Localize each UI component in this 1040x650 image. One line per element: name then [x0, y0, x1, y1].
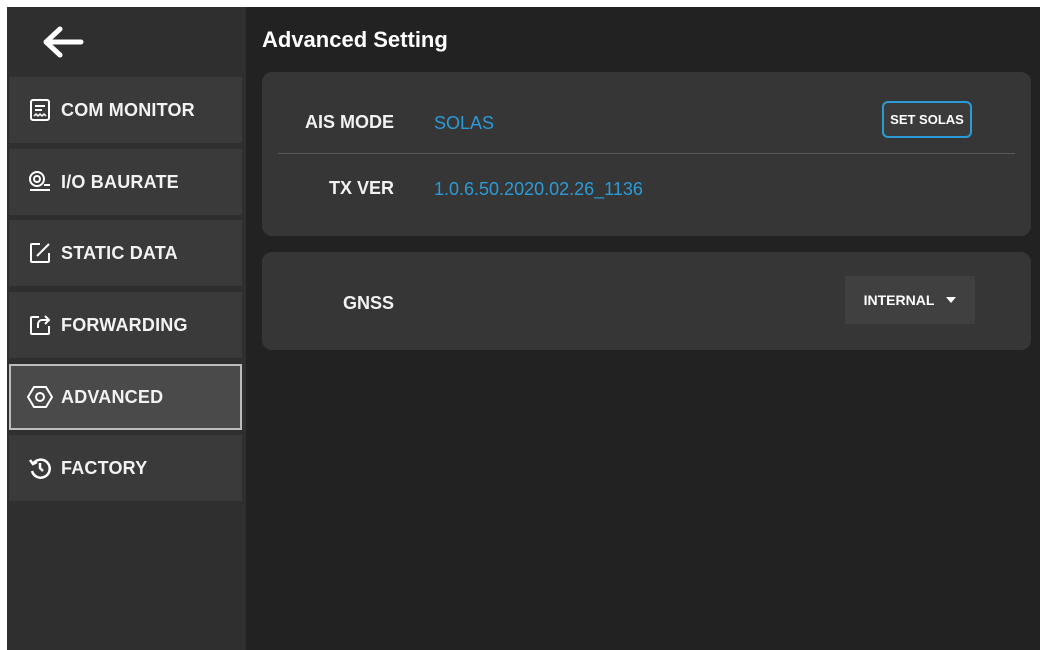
sidebar-item-label: FORWARDING — [61, 314, 188, 335]
receipt-icon — [27, 97, 53, 123]
gnss-label: GNSS — [342, 293, 394, 313]
gnss-select[interactable]: INTERNAL — [845, 276, 975, 324]
page-title: Advanced Setting — [262, 27, 448, 52]
hexagon-settings-icon — [27, 384, 53, 410]
sidebar-item-label: ADVANCED — [61, 386, 164, 407]
sidebar-item-forwarding[interactable]: FORWARDING — [9, 292, 242, 358]
chevron-down-icon — [946, 297, 957, 303]
sidebar-item-label: COM MONITOR — [61, 99, 195, 120]
ais-mode-label: AIS MODE — [304, 112, 394, 132]
forward-share-icon — [27, 312, 53, 338]
sidebar-item-label: FACTORY — [61, 457, 148, 478]
sidebar-item-factory[interactable]: FACTORY — [9, 435, 242, 501]
tx-ver-value: 1.0.6.50.2020.02.26_1136 — [434, 179, 643, 199]
back-arrow-icon — [43, 26, 84, 58]
back-button[interactable] — [37, 21, 89, 63]
sidebar-item-com-monitor[interactable]: COM MONITOR — [9, 77, 242, 143]
ais-mode-value: SOLAS — [434, 113, 495, 133]
tx-ver-label: TX VER — [328, 178, 394, 198]
sidebar-item-advanced[interactable]: ADVANCED — [9, 364, 242, 430]
sidebar-item-label: I/O BAURATE — [61, 171, 179, 192]
sidebar: COM MONITOR I/O BAURATE STATIC DATA FORW… — [7, 7, 246, 650]
sidebar-item-io-baurate[interactable]: I/O BAURATE — [9, 149, 242, 215]
divider — [278, 153, 1015, 154]
ais-settings-card: AIS MODE SOLAS SET SOLAS TX VER 1.0.6.50… — [262, 72, 1031, 236]
edit-square-icon — [27, 240, 53, 266]
set-solas-button[interactable]: SET SOLAS — [882, 101, 972, 138]
sidebar-item-label: STATIC DATA — [61, 242, 178, 263]
sidebar-item-static-data[interactable]: STATIC DATA — [9, 220, 242, 286]
gnss-card: GNSS INTERNAL — [262, 252, 1031, 350]
gauge-icon — [27, 169, 53, 195]
app-screen: COM MONITOR I/O BAURATE STATIC DATA FORW… — [7, 7, 1040, 650]
gnss-selected-value: INTERNAL — [863, 292, 935, 308]
main-panel: Advanced Setting AIS MODE SOLAS SET SOLA… — [246, 7, 1040, 650]
restore-history-icon — [27, 455, 53, 481]
